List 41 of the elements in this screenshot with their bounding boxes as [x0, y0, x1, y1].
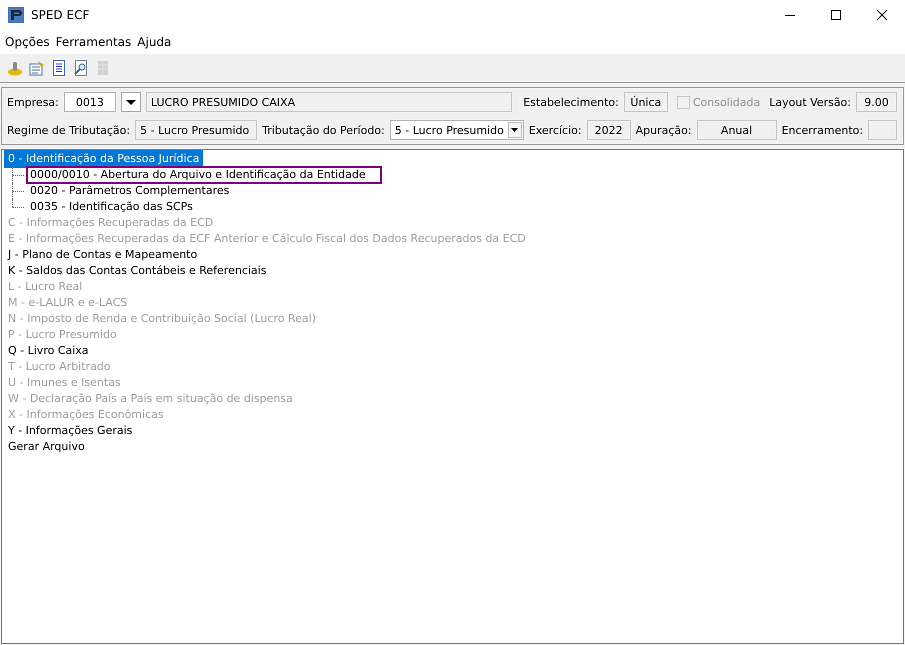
field-label: Layout Versão: — [769, 96, 851, 108]
menu-item[interactable]: Opções — [2, 35, 53, 49]
text-field[interactable]: 2022 — [586, 120, 631, 140]
properties-icon[interactable] — [29, 60, 45, 76]
document-icon[interactable] — [51, 60, 67, 76]
tree-item[interactable]: Gerar Arquivo — [4, 438, 89, 456]
tree-item[interactable]: 0 - Identificação da Pessoa Jurídica — [4, 150, 204, 168]
tree-item[interactable]: 0000/0010 - Abertura do Arquivo e Identificação da Entidade — [26, 166, 382, 184]
tree-item[interactable]: 0035 - Identificação das SCPs — [26, 198, 197, 216]
text-field[interactable]: Única — [624, 92, 668, 112]
preview-icon[interactable] — [73, 60, 89, 76]
select-value: 5 - Lucro Presumido — [394, 124, 504, 136]
company-name-field[interactable]: LUCRO PRESUMIDO CAIXA — [146, 92, 512, 112]
company-code-field[interactable]: 0013 — [64, 92, 116, 112]
tool-icon[interactable] — [7, 60, 23, 76]
text-field[interactable]: 9.00 — [856, 92, 897, 112]
caret-icon — [511, 128, 518, 132]
period-select[interactable]: 5 - Lucro Presumido — [390, 120, 524, 140]
field-label: Tributação do Período: — [262, 124, 385, 136]
tree-item[interactable]: Q - Livro Caixa — [4, 342, 93, 360]
window-title: SPED ECF — [31, 8, 90, 22]
maximize-icon — [831, 10, 841, 20]
menu-item[interactable]: Ferramentas — [52, 35, 134, 49]
tree-item[interactable]: Y - Informações Gerais — [4, 422, 136, 440]
field-label: Exercício: — [528, 124, 582, 136]
tree-item[interactable]: K - Saldos das Contas Contábeis e Referenciais — [4, 262, 270, 280]
text-field[interactable] — [868, 120, 897, 140]
caret-icon — [126, 100, 136, 104]
close-icon — [877, 10, 887, 20]
field-label: Encerramento: — [782, 124, 864, 136]
text-field[interactable]: 5 - Lucro Presumido — [135, 120, 258, 140]
field-label: Regime de Tributação: — [7, 124, 130, 136]
field-label: Estabelecimento: — [523, 96, 619, 108]
menu-item[interactable]: Ajuda — [134, 35, 174, 49]
tree-item[interactable]: 0020 - Parâmetros Complementares — [26, 182, 234, 200]
tree-item[interactable]: J - Plano de Contas e Mapeamento — [4, 246, 202, 264]
text-field[interactable]: Anual — [696, 120, 777, 140]
field-label: Apuração: — [636, 124, 692, 136]
app-logo-icon — [8, 7, 24, 23]
field-label: Empresa: — [7, 96, 59, 108]
dropdown-button[interactable] — [120, 92, 141, 112]
